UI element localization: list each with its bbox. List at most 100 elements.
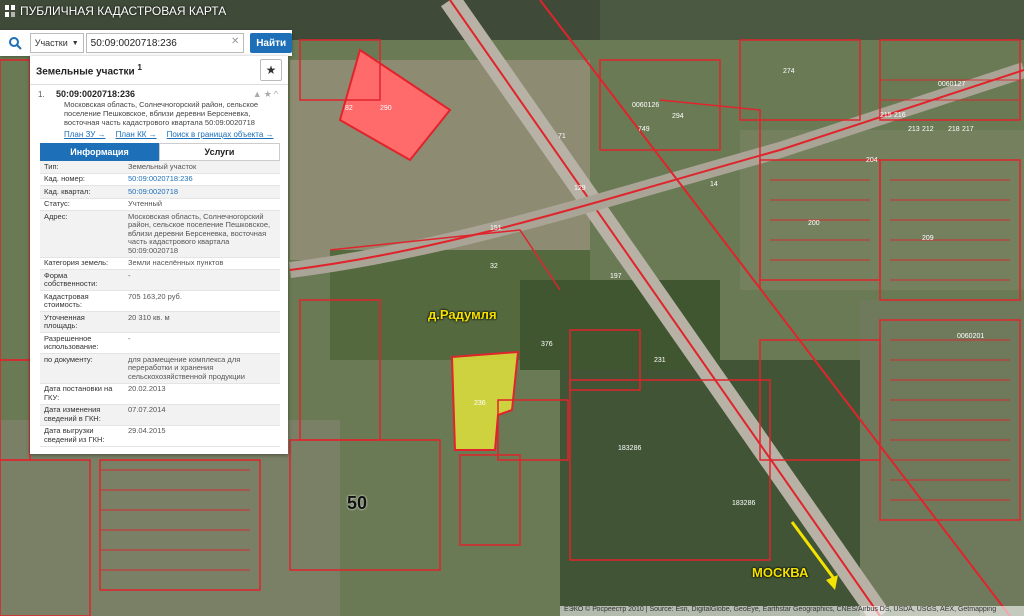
app-title: ПУБЛИЧНАЯ КАДАСТРОВАЯ КАРТА (20, 4, 227, 18)
info-row: Дата постановки на ГКУ: 20.02.2013 (40, 384, 280, 405)
parcel-label: 200 (808, 220, 820, 227)
app-header: ПУБЛИЧНАЯ КАДАСТРОВАЯ КАРТА (4, 4, 226, 18)
parcel-label: 209 (922, 235, 934, 242)
info-row-value: 20.02.2013 (128, 384, 166, 393)
info-row-key: Тип: (44, 161, 59, 171)
info-row: Форма собственности: - (40, 270, 280, 291)
info-row-value: Земельный участок (128, 161, 197, 171)
parcel-label: 204 (866, 157, 878, 164)
parcel-label: 212 (922, 126, 934, 133)
parcel-label: 183286 (732, 500, 755, 507)
direction-label: МОСКВА (752, 565, 809, 580)
chevron-down-icon: ▼ (71, 39, 79, 47)
entry-number: 1. (38, 90, 45, 99)
info-row-key: Дата выгрузки сведений из ГКН: (44, 426, 105, 444)
info-row-value: 705 163,20 руб. (128, 291, 182, 301)
entry-cad-number[interactable]: 50:09:0020718:236 (56, 89, 280, 99)
clear-icon[interactable]: ✕ (231, 36, 239, 47)
app-logo-icon (5, 5, 15, 17)
info-row-value[interactable]: 50:09:0020718 (124, 186, 280, 198)
search-kind-label: Участки (34, 38, 68, 48)
search-kind-select[interactable]: Участки ▼ (29, 33, 84, 53)
info-row-key: Уточненная площадь: (44, 312, 85, 330)
parcel-label: 14 (710, 181, 718, 188)
info-row-value: для размещение комплекса для переработки… (128, 354, 245, 381)
parcel-label: 294 (672, 113, 684, 120)
parcel-label: 231 (654, 357, 666, 364)
parcel-label: 290 (380, 105, 392, 112)
parcel-label: 183286 (618, 445, 641, 452)
parcel-label: 151 (490, 225, 502, 232)
entry-tools-icons[interactable]: ▲★^ (253, 89, 280, 100)
link-plan-zu[interactable]: План ЗУ → (64, 130, 106, 139)
info-row: Разрешенное использование: - (40, 333, 280, 354)
parcel-label: 213 (908, 126, 920, 133)
parcel-label: 376 (541, 341, 553, 348)
parcel-label: 216 (894, 112, 906, 119)
info-row: Кад. квартал: 50:09:0020718 (40, 186, 280, 199)
info-row-value: 20 310 кв. м (128, 312, 170, 322)
info-row: Кадастровая стоимость: 705 163,20 руб. (40, 291, 280, 312)
parcel-label: 82 (345, 105, 353, 112)
panel-title-text: Земельные участки (36, 66, 135, 78)
info-row-value: - (128, 270, 131, 280)
quarter-label: 0060126 (632, 102, 659, 109)
info-row-value: Московская область, Солнечногорский райо… (128, 211, 271, 255)
results-panel: Земельные участки 1 ★ 1. 50:09:0020718:2… (30, 56, 288, 454)
info-row: Уточненная площадь: 20 310 кв. м (40, 312, 280, 333)
link-search-in-bounds[interactable]: Поиск в границах объекта → (167, 130, 274, 139)
info-row-value: 29.04.2015 (128, 426, 166, 435)
panel-header: Земельные участки 1 ★ (30, 56, 288, 85)
info-row-key: Статус: (44, 199, 70, 208)
parcel-label: 218 (948, 126, 960, 133)
info-row: Кад. номер: 50:09:0020718:236 (40, 174, 280, 186)
search-input-value: 50:09:0020718:236 (90, 37, 177, 49)
parcel-label: 749 (638, 126, 650, 133)
quarter-label: 0060127 (938, 81, 965, 88)
link-plan-kk[interactable]: План КК → (116, 130, 157, 139)
district-label: 50 (347, 493, 368, 513)
quarter-label: 0060201 (957, 333, 984, 340)
info-row-value: 07.07.2014 (128, 405, 166, 414)
info-row: по документу: для размещение комплекса дл… (40, 354, 280, 384)
info-row-key: Кад. квартал: (44, 186, 91, 196)
info-row-value: Земли населённых пунктов (128, 258, 224, 267)
info-row-key: Кадастровая стоимость: (44, 291, 89, 309)
info-row-value: Учтенный (128, 199, 163, 208)
info-row: Категория земель: Земли населённых пункто… (40, 258, 280, 270)
parcel-label: 217 (962, 126, 974, 133)
info-table: Тип: Земельный участок Кад. номер: 50:09:00… (40, 161, 280, 447)
parcel-label: 32 (490, 263, 498, 270)
parcel-label: 274 (783, 68, 795, 75)
find-button[interactable]: Найти (250, 33, 292, 53)
parcel-label: 236 (474, 400, 486, 407)
parcel-label: 129 (574, 185, 586, 192)
info-row-value: - (128, 333, 131, 343)
info-row-key: по документу: (44, 354, 93, 364)
info-row-key: Дата постановки на ГКУ: (44, 384, 113, 402)
map-attribution: ЕЭКО © Росреестр 2010 | Source: Esri, Di… (560, 606, 1024, 616)
tab-info[interactable]: Информация (40, 143, 159, 161)
info-row: Дата выгрузки сведений из ГКН: 29.04.2015 (40, 426, 280, 447)
place-label: д.Радумля (428, 307, 497, 322)
info-row: Адрес: Московская область, Солнечногорски… (40, 211, 280, 258)
parcel-label: 197 (610, 273, 622, 280)
panel-title: Земельные участки 1 (36, 62, 142, 77)
info-row-key: Категория земель: (44, 258, 109, 267)
search-icon[interactable] (0, 30, 30, 56)
info-row: Статус: Учтенный (40, 199, 280, 211)
info-row-value[interactable]: 50:09:0020718:236 (124, 174, 280, 186)
favorite-star-icon[interactable]: ★ (260, 59, 282, 81)
parcel-label: 71 (558, 133, 566, 140)
info-row-key: Дата изменения сведений в ГКН: (44, 405, 101, 423)
search-input[interactable]: 50:09:0020718:236 ✕ (85, 33, 245, 53)
entry-address: Московская область, Солнечногорский райо… (64, 100, 259, 127)
info-row-key: Адрес: (44, 211, 68, 221)
panel-title-count: 1 (137, 62, 143, 73)
result-entry[interactable]: 1. 50:09:0020718:236 ▲★^ Московская обла… (30, 85, 288, 139)
parcel-label: 215 (880, 112, 892, 119)
tab-services[interactable]: Услуги (159, 143, 280, 161)
info-row: Дата изменения сведений в ГКН: 07.07.2014 (40, 404, 280, 426)
info-row-key: Кад. номер: (44, 174, 85, 183)
search-bar: Участки ▼ 50:09:0020718:236 ✕ Найти (0, 30, 292, 56)
